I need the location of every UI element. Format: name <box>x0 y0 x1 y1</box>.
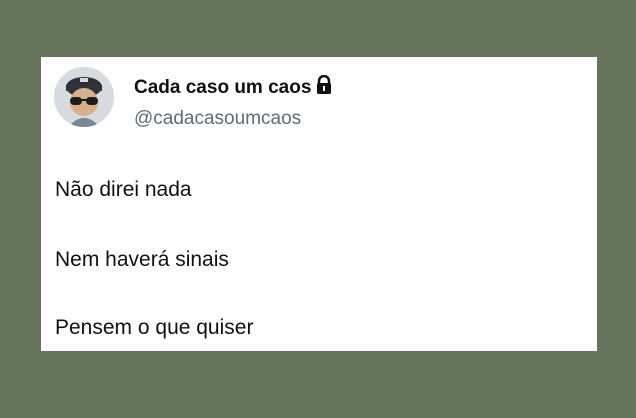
display-name-text: Cada caso um caos <box>134 77 312 98</box>
user-handle[interactable]: @cadacasoumcaos <box>134 108 301 130</box>
tweet-line: Pensem o que quiser <box>55 316 254 339</box>
avatar-image <box>54 67 114 127</box>
tweet-line: Não direi nada <box>55 178 192 201</box>
display-name[interactable]: Cada caso um caos <box>134 74 333 101</box>
lock-icon <box>315 74 333 101</box>
tweet-line: Nem haverá sinais <box>55 248 229 271</box>
avatar[interactable] <box>54 67 114 127</box>
tweet-card: Cada caso um caos @cadacasoumcaos Não di… <box>41 57 597 351</box>
